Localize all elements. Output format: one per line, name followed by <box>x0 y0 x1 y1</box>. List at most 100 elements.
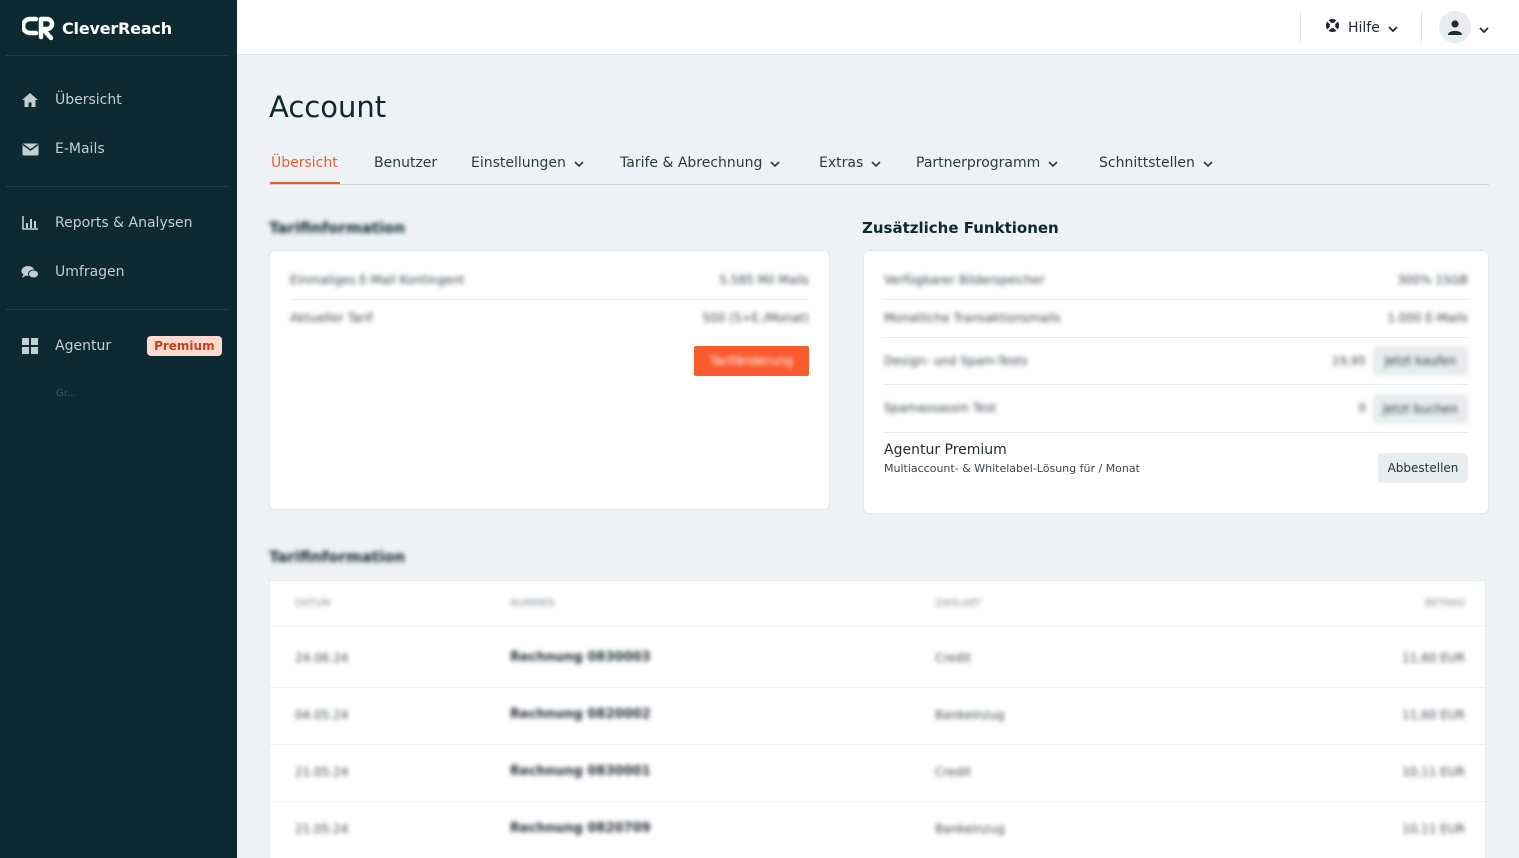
extras-card: Verfügbarer Bilderspeicher 300% 15GB Mon… <box>863 250 1489 514</box>
button-label: Tarifänderung <box>710 354 793 368</box>
sidebar-item-faded: Gr... <box>56 388 77 399</box>
invoice-number-link[interactable]: Rechnung 0820709 <box>510 821 651 836</box>
top-bar: Hilfe <box>237 0 1519 55</box>
button-label: Jetzt buchen <box>1383 402 1458 416</box>
chevron-down-icon <box>574 155 584 171</box>
sidebar-divider <box>6 186 229 187</box>
tarif-row-label: Aktueller Tarif <box>290 311 373 325</box>
extras-row-value: 0 <box>1358 401 1366 415</box>
sidebar-item-label: Agentur <box>55 338 112 354</box>
chevron-down-icon <box>1479 18 1489 37</box>
extras-row-label: Spamassassin Test <box>884 401 997 415</box>
topbar-divider <box>1421 11 1422 43</box>
column-header-date: Datum <box>295 598 331 609</box>
tab-uebersicht[interactable]: Übersicht <box>271 155 338 171</box>
invoice-amount: 10,11 EUR <box>1402 822 1465 836</box>
tab-label: Einstellungen <box>471 155 566 171</box>
extras-row-value: 19,95 <box>1331 354 1366 368</box>
chat-bubbles-icon <box>21 263 39 281</box>
tarif-row-label: Einmaliges E-Mail Kontingent <box>290 273 465 287</box>
agentur-premium-title: Agentur Premium <box>884 442 1007 458</box>
sidebar-item-agentur[interactable]: Agentur Premium <box>21 334 222 358</box>
invoice-method: Credit <box>935 765 972 779</box>
tarif-section-title: Tarifinformation <box>269 219 406 237</box>
invoices-section-title: Tarifinformation <box>269 548 406 566</box>
row-divider <box>884 432 1468 433</box>
tarif-change-button[interactable]: Tarifänderung <box>694 346 809 376</box>
invoice-method: Credit <box>935 651 972 665</box>
tab-partnerprogramm[interactable]: Partnerprogramm <box>916 155 1058 171</box>
chevron-down-icon <box>1388 20 1398 36</box>
envelope-icon <box>21 140 39 158</box>
cleverreach-logo-icon <box>20 15 56 41</box>
home-icon <box>21 91 39 109</box>
invoice-date: 04.05.24 <box>295 708 349 722</box>
extras-row-value: 1.000 E-Mails <box>1387 311 1468 325</box>
row-divider <box>884 299 1468 300</box>
invoice-date: 21.05.24 <box>295 822 349 836</box>
invoice-method: Bankeinzug <box>935 822 1005 836</box>
tab-label: Schnittstellen <box>1099 155 1195 171</box>
grid-icon <box>21 337 39 355</box>
tarif-row-value: 5.585 Mil Mails <box>719 273 809 287</box>
sidebar-item-umfragen[interactable]: Umfragen <box>21 260 125 284</box>
tab-tarife-abrechnung[interactable]: Tarife & Abrechnung <box>620 155 780 171</box>
tab-label: Übersicht <box>271 155 338 171</box>
help-label: Hilfe <box>1348 19 1380 36</box>
buy-design-tests-button[interactable]: Jetzt kaufen <box>1373 346 1468 376</box>
chevron-down-icon <box>871 155 881 171</box>
invoice-number-link[interactable]: Rechnung 0820002 <box>510 707 651 722</box>
extras-row-label: Design- und Spam-Tests <box>884 354 1028 368</box>
button-label: Abbestellen <box>1387 461 1459 475</box>
invoice-number-link[interactable]: Rechnung 0830001 <box>510 764 651 779</box>
topbar-divider <box>1300 11 1301 43</box>
tarif-card: Einmaliges E-Mail Kontingent 5.585 Mil M… <box>269 250 830 510</box>
lifebuoy-icon <box>1325 18 1340 37</box>
extras-row-label: Verfügbarer Bilderspeicher <box>884 273 1045 287</box>
extras-section-title: Zusätzliche Funktionen <box>862 219 1059 237</box>
invoice-date: 21.05.24 <box>295 765 349 779</box>
sidebar-item-emails[interactable]: E-Mails <box>21 137 105 161</box>
tab-label: Benutzer <box>374 155 438 171</box>
tab-schnittstellen[interactable]: Schnittstellen <box>1099 155 1213 171</box>
unsubscribe-button[interactable]: Abbestellen <box>1378 453 1468 483</box>
bar-chart-icon <box>21 214 39 232</box>
active-tab-indicator <box>270 182 340 184</box>
invoice-amount: 11,60 EUR <box>1402 708 1465 722</box>
row-divider <box>270 687 1485 688</box>
sidebar-divider <box>6 55 229 56</box>
column-header-amount: Betrag <box>1424 598 1465 609</box>
tab-einstellungen[interactable]: Einstellungen <box>471 155 584 171</box>
button-label: Jetzt kaufen <box>1384 354 1457 368</box>
row-divider <box>884 384 1468 385</box>
invoice-amount: 11,60 EUR <box>1402 651 1465 665</box>
invoice-number-link[interactable]: Rechnung 0830003 <box>510 650 651 665</box>
tarif-row-value: 500 (5+E./Monat) <box>702 311 809 325</box>
chevron-down-icon <box>770 155 780 171</box>
tab-label: Partnerprogramm <box>916 155 1041 171</box>
page-title: Account <box>269 90 387 124</box>
tab-benutzer[interactable]: Benutzer <box>374 155 437 171</box>
sidebar-item-label: Reports & Analysen <box>55 215 193 231</box>
sidebar-item-label: Übersicht <box>55 92 122 108</box>
row-divider <box>270 801 1485 802</box>
tab-extras[interactable]: Extras <box>819 155 881 171</box>
help-menu-button[interactable]: Hilfe <box>1325 18 1398 37</box>
row-divider <box>270 626 1485 627</box>
sidebar-item-uebersicht[interactable]: Übersicht <box>21 88 122 112</box>
invoice-amount: 10,11 EUR <box>1402 765 1465 779</box>
chevron-down-icon <box>1048 155 1058 171</box>
agentur-premium-subtitle: Multiaccount- & Whitelabel-Lösung für / … <box>884 462 1140 475</box>
premium-badge: Premium <box>147 336 222 356</box>
invoice-method: Bankeinzug <box>935 708 1005 722</box>
column-header-number: Nummer <box>510 598 556 609</box>
account-tabs: Übersicht Benutzer Einstellungen Tarife … <box>269 148 1489 185</box>
book-spam-test-button[interactable]: Jetzt buchen <box>1373 394 1468 424</box>
sidebar-divider <box>6 309 229 310</box>
extras-row-label: Monatliche Transaktionsmails <box>884 311 1061 325</box>
sidebar-item-label: Umfragen <box>55 264 125 280</box>
sidebar-item-reports[interactable]: Reports & Analysen <box>21 211 193 235</box>
extras-row-value: 300% 15GB <box>1397 273 1468 287</box>
brand-logo[interactable]: CleverReach <box>20 15 172 41</box>
user-menu-button[interactable] <box>1439 11 1489 43</box>
